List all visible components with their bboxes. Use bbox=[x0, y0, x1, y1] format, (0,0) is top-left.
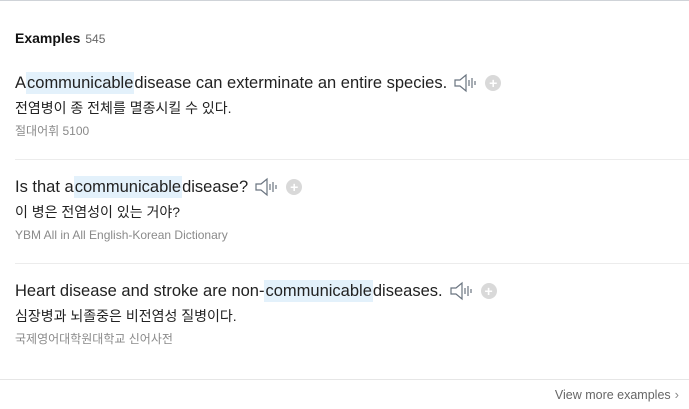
highlighted-word: communicable bbox=[264, 280, 373, 302]
item-divider bbox=[15, 159, 689, 160]
example-item: Is that a communicable disease? + 이 병은 전… bbox=[15, 176, 689, 242]
speaker-icon[interactable] bbox=[453, 73, 479, 93]
examples-header: Examples 545 bbox=[15, 30, 105, 46]
sentence-text: A bbox=[15, 74, 27, 92]
top-divider bbox=[0, 0, 689, 1]
item-divider bbox=[15, 263, 689, 264]
chevron-right-icon: › bbox=[674, 387, 679, 402]
example-sentence: Heart disease and stroke are non-communi… bbox=[15, 280, 689, 302]
view-more-label: View more examples bbox=[554, 387, 671, 402]
add-to-wordbook-icon[interactable]: + bbox=[485, 75, 502, 91]
view-more-examples-link[interactable]: View more examples › bbox=[555, 387, 679, 402]
example-translation: 전염병이 종 전체를 멸종시킬 수 있다. bbox=[15, 100, 232, 116]
sentence-text: disease can exterminate an entire specie… bbox=[134, 74, 448, 92]
sentence-text: Is that a bbox=[15, 178, 74, 196]
highlighted-word: communicable bbox=[26, 72, 135, 94]
sentence-text: disease? bbox=[182, 178, 249, 196]
example-translation: 이 병은 전염성이 있는 거야? bbox=[15, 204, 181, 220]
example-source[interactable]: 국제영어대학원대학교 신어사전 bbox=[15, 332, 689, 346]
speaker-icon[interactable] bbox=[254, 177, 280, 197]
example-source[interactable]: YBM All in All English-Korean Dictionary bbox=[15, 228, 689, 242]
example-sentence: Is that a communicable disease? + bbox=[15, 176, 689, 198]
example-translation: 심장병과 뇌졸중은 비전염성 질병이다. bbox=[15, 308, 237, 324]
add-to-wordbook-icon[interactable]: + bbox=[480, 283, 497, 299]
footer-divider bbox=[0, 379, 689, 380]
example-source[interactable]: 절대어휘 5100 bbox=[15, 124, 689, 138]
example-item: A communicable disease can exterminate a… bbox=[15, 72, 689, 138]
example-sentence: A communicable disease can exterminate a… bbox=[15, 72, 689, 94]
sentence-text: diseases. bbox=[372, 282, 443, 300]
example-item: Heart disease and stroke are non-communi… bbox=[15, 280, 689, 346]
examples-title: Examples bbox=[15, 30, 81, 46]
speaker-icon[interactable] bbox=[449, 281, 475, 301]
sentence-text: Heart disease and stroke are non- bbox=[15, 282, 265, 300]
add-to-wordbook-icon[interactable]: + bbox=[286, 179, 303, 195]
highlighted-word: communicable bbox=[73, 176, 183, 198]
examples-count: 545 bbox=[85, 32, 106, 46]
